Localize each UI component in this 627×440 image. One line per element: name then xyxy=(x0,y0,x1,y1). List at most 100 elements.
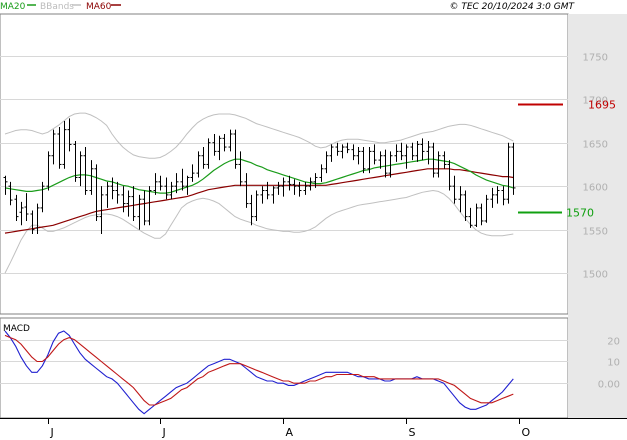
legend-ma60-label: MA60 xyxy=(86,2,112,12)
resistance-label: 1695 xyxy=(588,99,616,112)
legend-ma20-label: MA20 xyxy=(0,2,26,12)
signal-line xyxy=(4,334,514,406)
ohlc-bar xyxy=(506,142,511,204)
ohlc-bar xyxy=(8,181,13,206)
ohlc-bar xyxy=(115,181,120,204)
ohlc-bar xyxy=(158,175,163,191)
macd-grid xyxy=(0,340,568,384)
ohlc-bar xyxy=(292,179,297,195)
ohlc-bar xyxy=(233,129,238,169)
ohlc-bar xyxy=(244,173,249,208)
ohlc-bar xyxy=(490,187,495,208)
ohlc-bar xyxy=(105,181,110,208)
macd-tick-label: 20 xyxy=(607,337,620,348)
ohlc-bar xyxy=(212,134,217,156)
ohlc-bar xyxy=(442,151,447,169)
ohlc-bar xyxy=(121,186,126,213)
ohlc-bar xyxy=(180,168,185,191)
ohlc-bar xyxy=(260,186,265,204)
ohlc-bar xyxy=(436,151,441,178)
ohlc-bar xyxy=(126,190,131,217)
ohlc-bar xyxy=(420,138,425,161)
ohlc-bar xyxy=(383,149,388,178)
bollinger-bands xyxy=(4,112,514,274)
ohlc-bar xyxy=(78,151,83,187)
ohlc-bar xyxy=(404,144,409,169)
ohlc-bar xyxy=(57,127,62,169)
ohlc-bar xyxy=(372,144,377,165)
month-axis: JJASO xyxy=(48,418,531,439)
ohlc-bar xyxy=(303,181,308,195)
ohlc-bar xyxy=(83,147,88,195)
ohlc-bar xyxy=(340,144,345,159)
ohlc-bar xyxy=(426,140,431,165)
ohlc-bar xyxy=(94,164,99,221)
ohlc-bar xyxy=(131,186,136,221)
ohlc-bar xyxy=(254,190,259,221)
ohlc-bar xyxy=(201,147,206,169)
ohlc-bar xyxy=(142,190,147,226)
macd-tick-label: 10 xyxy=(607,358,620,369)
ohlc-bar xyxy=(351,144,356,161)
ohlc-bar xyxy=(89,160,94,195)
legend: MA20 BBands MA60 xyxy=(0,2,121,12)
ohlc-bar xyxy=(271,186,276,204)
ohlc-bar xyxy=(501,186,506,206)
price-tick-label: 1600 xyxy=(583,183,608,194)
ohlc-bar xyxy=(324,151,329,174)
support-label: 1570 xyxy=(566,207,594,220)
month-label: J xyxy=(50,426,54,439)
ohlc-bar xyxy=(415,140,420,162)
ohlc-bar xyxy=(137,194,142,230)
ohlc-bar xyxy=(62,120,67,169)
ohlc-bar xyxy=(452,175,457,204)
ohlc-bar xyxy=(196,151,201,178)
ohlc-bar xyxy=(399,142,404,161)
ohlc-bar xyxy=(308,177,313,191)
ohlc-bar xyxy=(319,164,324,182)
bbands-upper-line xyxy=(4,112,514,159)
ohlc-bar xyxy=(238,151,243,187)
month-label: A xyxy=(286,426,294,439)
ohlc-bar xyxy=(335,142,340,156)
ohlc-bar xyxy=(46,151,51,191)
ohlc-bar xyxy=(410,142,415,161)
macd-line xyxy=(4,330,514,415)
month-label: S xyxy=(409,426,416,439)
ma60-line xyxy=(4,168,514,234)
price-tick-label: 1500 xyxy=(583,270,608,281)
ohlc-bar xyxy=(356,147,361,165)
price-tick-label: 1750 xyxy=(583,53,608,64)
ohlc-bar xyxy=(474,203,479,228)
moving-averages xyxy=(4,158,514,234)
macd-title: MACD xyxy=(3,324,30,334)
month-label: O xyxy=(522,426,531,439)
price-tick-label: 1550 xyxy=(583,227,608,238)
ohlc-bar xyxy=(206,138,211,169)
ohlc-bar xyxy=(35,203,40,234)
ohlc-bar xyxy=(479,203,484,226)
ohlc-bar xyxy=(14,194,19,221)
ohlc-bar xyxy=(164,177,169,200)
month-label: J xyxy=(162,426,166,439)
ohlc-bar xyxy=(361,147,366,174)
ohlc-bar xyxy=(249,194,254,226)
ohlc-bar xyxy=(447,160,452,191)
ohlc-bar xyxy=(51,129,56,165)
ohlc-bar xyxy=(185,175,190,195)
ohlc-bar xyxy=(222,134,227,152)
ohlc-bar xyxy=(329,144,334,162)
ohlc-bar xyxy=(276,181,281,195)
ohlc-bar xyxy=(169,181,174,200)
ohlc-bar xyxy=(345,142,350,154)
ohlc-bar xyxy=(265,181,270,200)
ohlc-bar xyxy=(458,186,463,213)
copyright-text: © TEC 20/10/2024 3:0 GMT xyxy=(449,2,575,12)
legend-bbands-label: BBands xyxy=(40,2,74,12)
ma20-line xyxy=(4,158,514,194)
ohlc-bar xyxy=(495,186,500,204)
ohlc-bar xyxy=(228,129,233,152)
price-tick-label: 1650 xyxy=(583,140,608,151)
ohlc-bar xyxy=(3,175,8,195)
macd-lines xyxy=(4,330,514,415)
